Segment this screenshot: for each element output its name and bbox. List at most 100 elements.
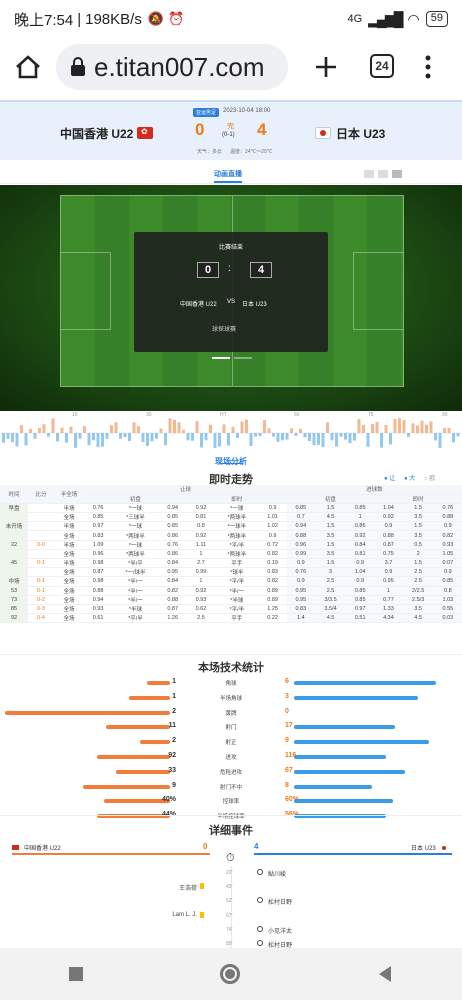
carousel-dot-active[interactable]	[212, 357, 230, 359]
view-option-1-icon[interactable]	[364, 170, 374, 178]
timeline-bar	[173, 419, 176, 433]
new-tab-icon[interactable]	[314, 55, 338, 79]
odds-cell: 2.5	[314, 586, 347, 596]
hong-kong-flag-icon	[137, 127, 153, 139]
odds-cell: 0.55	[433, 604, 462, 615]
timeline-bar	[380, 433, 383, 448]
event-minute: 43'	[226, 884, 233, 891]
away-score: 4	[257, 120, 267, 139]
timeline-bar	[38, 428, 41, 433]
timeline-bar	[141, 433, 145, 442]
recents-icon[interactable]	[68, 967, 83, 981]
away-stat-value: 8	[285, 781, 289, 789]
timeline-bar	[51, 418, 55, 433]
status-separator: |	[77, 10, 82, 28]
odds-cell: 3.5	[314, 530, 347, 541]
odds-cell: 3	[314, 567, 347, 578]
alarm-icon: ⏰	[168, 11, 185, 26]
odds-cell: 0.94	[158, 503, 187, 514]
timeline-bar	[411, 423, 415, 433]
odds-cell: *半/一	[215, 586, 259, 596]
event-player[interactable]: 鮎川峻	[268, 869, 286, 878]
odds-cell: 0.9	[346, 576, 375, 587]
event-player[interactable]: 松村日野	[268, 897, 292, 906]
odds-row: 92 0-4 全场 0.61 *平/半 1.26 2.5 平手 0.22 1.4 4.5 0.51 4.…	[0, 613, 462, 624]
timeline-bar	[168, 418, 172, 433]
url-field[interactable]: e.titan007.com	[56, 44, 288, 90]
timeline-bar	[258, 433, 262, 437]
timeline-tick: 15	[72, 412, 78, 418]
odds-cell: 全场	[54, 576, 84, 587]
odds-cell: *两球半	[215, 530, 259, 541]
away-stat-bar	[294, 695, 418, 700]
odds-cell: 0.86	[346, 521, 375, 532]
timeline-bar	[443, 428, 446, 433]
view-option-3-icon[interactable]	[392, 170, 402, 178]
odds-cell: 0.76	[286, 567, 315, 578]
odds-cell: 1.09	[84, 540, 113, 550]
home-stat-bar	[106, 725, 170, 730]
event-player[interactable]: Lam L. J.	[172, 912, 197, 918]
legend-handicap[interactable]: ● 让	[384, 473, 395, 482]
overlay-colon: :	[228, 263, 231, 274]
tab-live-analysis[interactable]: 现场分析	[0, 455, 462, 467]
timeline-bar	[353, 433, 356, 441]
browser-toolbar: e.titan007.com 24	[0, 38, 462, 96]
view-option-2-icon[interactable]	[378, 170, 388, 178]
odds-cell: 0.84	[158, 576, 187, 587]
timeline-bar	[326, 422, 329, 433]
home-icon[interactable]	[14, 54, 42, 80]
odds-cell: 0.85	[84, 512, 113, 523]
odds-cell: 2/2.5	[402, 586, 434, 596]
odds-cell: 1.4	[286, 613, 315, 624]
home-stat-value: 9	[172, 781, 176, 789]
odds-table: 时间 比分 半全场 让球 进球数 初盘 即时 初盘 即时 早盘 半场 0.76 *一球…	[0, 485, 462, 624]
odds-cell: 0.92	[186, 530, 216, 541]
odds-row: 早盘 半场 0.76 *一球 0.94 0.92 *一球 0.9 0.85 1.5 0.85 1.04…	[0, 503, 462, 514]
odds-cell: 0.93	[433, 540, 462, 550]
odds-cell: *一球	[112, 521, 159, 532]
home-stat-bar	[140, 740, 170, 745]
group-goals: 进球数	[286, 485, 462, 495]
timeline-bar	[42, 424, 46, 433]
stat-row: 33 危险进攻 67	[0, 765, 462, 779]
home-team-name[interactable]: 中国香港 U22	[60, 125, 133, 142]
event-player[interactable]: 小见洋太	[268, 926, 292, 935]
odds-cell: 0.97	[346, 604, 375, 615]
timeline-bar	[317, 433, 320, 445]
odds-cell: 1.02	[258, 521, 287, 532]
weather: 天气：多云	[197, 149, 223, 155]
stat-name: 黄牌	[225, 710, 237, 717]
overlay-vs: VS	[227, 299, 236, 305]
back-icon[interactable]	[377, 965, 393, 983]
league-badge[interactable]: 亚运男足	[193, 108, 220, 117]
timeline-bar	[123, 433, 127, 438]
timeline-bar	[254, 433, 257, 437]
legend-goals[interactable]: ● 大	[404, 473, 415, 482]
more-menu-icon[interactable]	[424, 54, 432, 80]
timeline-bar	[384, 425, 388, 433]
odds-cell: 0.87	[84, 567, 113, 578]
timeline-bar	[11, 433, 14, 443]
odds-row: 73 0-2 全场 0.94 *半/一 0.88 0.93 *半球 0.89 0.95 3/3.5 0…	[0, 595, 462, 605]
odds-cell: 0.88	[84, 586, 113, 596]
event-player[interactable]: 王浩荷	[179, 883, 197, 892]
legend-euro[interactable]: ○ 欧	[424, 473, 435, 482]
home-score: 0	[195, 120, 205, 139]
timeline-bar	[236, 433, 239, 438]
odds-cell: 0.76	[158, 540, 187, 550]
odds-cell: 0-0	[28, 540, 54, 550]
timeline-chart: 15 30 HT 60 75 90	[0, 412, 462, 448]
home-nav-icon[interactable]	[219, 964, 240, 984]
odds-row: 全场 0.85 *三球半 0.85 0.81 *两球半 1.01 0.7 4.5 1 0.92 3.5…	[0, 512, 462, 523]
away-stat-value: 17	[285, 722, 293, 730]
tab-switcher-button[interactable]: 24	[370, 54, 394, 78]
away-team-name[interactable]: 日本 U23	[336, 125, 385, 142]
tab-animation-live[interactable]: 动画直播	[214, 169, 242, 183]
event-minute: 67'	[226, 912, 233, 919]
yellow-card-icon	[200, 883, 204, 890]
carousel-dot[interactable]	[234, 357, 252, 359]
timeline-bar	[69, 426, 73, 433]
col-time: 时间	[0, 485, 28, 504]
home-stat-bar	[104, 799, 170, 804]
